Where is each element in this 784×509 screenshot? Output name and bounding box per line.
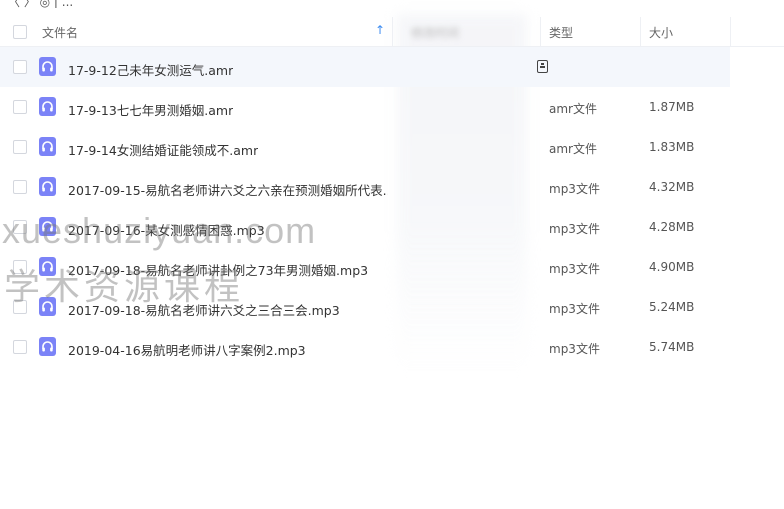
file-name[interactable]: 2017-09-15-易航名老师讲六爻之六亲在预测婚姻所代表... [68, 180, 388, 199]
file-name[interactable]: 2019-04-16易航明老师讲八字案例2.mp3 [68, 340, 306, 359]
audio-file-icon [39, 57, 56, 76]
more-actions-icon[interactable] [537, 60, 548, 73]
audio-file-icon [39, 217, 56, 236]
file-name[interactable]: 2017-09-18-易航名老师讲六爻之三合三会.mp3 [68, 300, 340, 319]
sort-ascending-icon[interactable]: ↑ [375, 23, 385, 37]
select-all-checkbox[interactable] [13, 25, 27, 39]
file-row[interactable]: 17-9-12己未年女测运气.amr [0, 47, 730, 87]
column-header-name[interactable]: 文件名 [42, 24, 78, 41]
column-divider[interactable] [392, 17, 393, 46]
row-checkbox[interactable] [13, 140, 27, 154]
file-size: 4.32MB [649, 180, 695, 194]
row-checkbox[interactable] [13, 220, 27, 234]
file-size: 1.83MB [649, 140, 695, 154]
file-type: mp3文件 [549, 222, 600, 236]
file-type: amr文件 [549, 142, 597, 156]
file-name[interactable]: 2017-09-16-某女测感情困惑.mp3 [68, 220, 265, 239]
audio-file-icon [39, 97, 56, 116]
audio-file-icon [39, 257, 56, 276]
file-type: mp3文件 [549, 182, 600, 196]
row-checkbox[interactable] [13, 340, 27, 354]
file-type: mp3文件 [549, 342, 600, 356]
column-divider[interactable] [540, 17, 541, 46]
file-list: 17-9-12己未年女测运气.amr 17-9-13七七年男测婚姻.amr am… [0, 47, 784, 367]
file-type: amr文件 [549, 102, 597, 116]
file-name[interactable]: 2017-09-18-易航名老师讲卦例之73年男测婚姻.mp3 [68, 260, 368, 279]
file-row[interactable]: 2017-09-15-易航名老师讲六爻之六亲在预测婚姻所代表... mp3文件 … [0, 167, 730, 207]
row-checkbox[interactable] [13, 60, 27, 74]
file-size: 4.28MB [649, 220, 695, 234]
breadcrumb[interactable]: 〈 〉 ◎ | ... [8, 0, 73, 8]
file-row[interactable]: 2017-09-16-某女测感情困惑.mp3 mp3文件 4.28MB [0, 207, 730, 247]
column-divider[interactable] [730, 17, 731, 46]
file-row[interactable]: 2017-09-18-易航名老师讲六爻之三合三会.mp3 mp3文件 5.24M… [0, 287, 730, 327]
file-type: mp3文件 [549, 262, 600, 276]
row-checkbox[interactable] [13, 180, 27, 194]
file-browser: 〈 〉 ◎ | ... 文件名 ↑ 修改时间 类型 大小 17-9-12己未年女… [0, 0, 784, 509]
file-row[interactable]: 17-9-13七七年男测婚姻.amr amr文件 1.87MB [0, 87, 730, 127]
file-type: mp3文件 [549, 302, 600, 316]
file-size: 5.74MB [649, 340, 695, 354]
audio-file-icon [39, 337, 56, 356]
file-size: 1.87MB [649, 100, 695, 114]
file-size: 5.24MB [649, 300, 695, 314]
row-checkbox[interactable] [13, 260, 27, 274]
file-list-header: 文件名 ↑ 修改时间 类型 大小 [0, 17, 784, 47]
row-checkbox[interactable] [13, 100, 27, 114]
file-name[interactable]: 17-9-14女测结婚证能领成不.amr [68, 140, 258, 159]
column-header-size[interactable]: 大小 [649, 24, 673, 41]
row-checkbox[interactable] [13, 300, 27, 314]
audio-file-icon [39, 297, 56, 316]
column-divider[interactable] [640, 17, 641, 46]
file-name[interactable]: 17-9-13七七年男测婚姻.amr [68, 100, 233, 119]
column-header-modified[interactable]: 修改时间 [411, 24, 459, 41]
audio-file-icon [39, 137, 56, 156]
file-row[interactable]: 2019-04-16易航明老师讲八字案例2.mp3 mp3文件 5.74MB [0, 327, 730, 367]
file-size: 4.90MB [649, 260, 695, 274]
top-toolbar: 〈 〉 ◎ | ... [0, 0, 784, 8]
audio-file-icon [39, 177, 56, 196]
file-name[interactable]: 17-9-12己未年女测运气.amr [68, 60, 233, 79]
file-row[interactable]: 17-9-14女测结婚证能领成不.amr amr文件 1.83MB [0, 127, 730, 167]
column-header-type[interactable]: 类型 [549, 24, 573, 41]
file-row[interactable]: 2017-09-18-易航名老师讲卦例之73年男测婚姻.mp3 mp3文件 4.… [0, 247, 730, 287]
